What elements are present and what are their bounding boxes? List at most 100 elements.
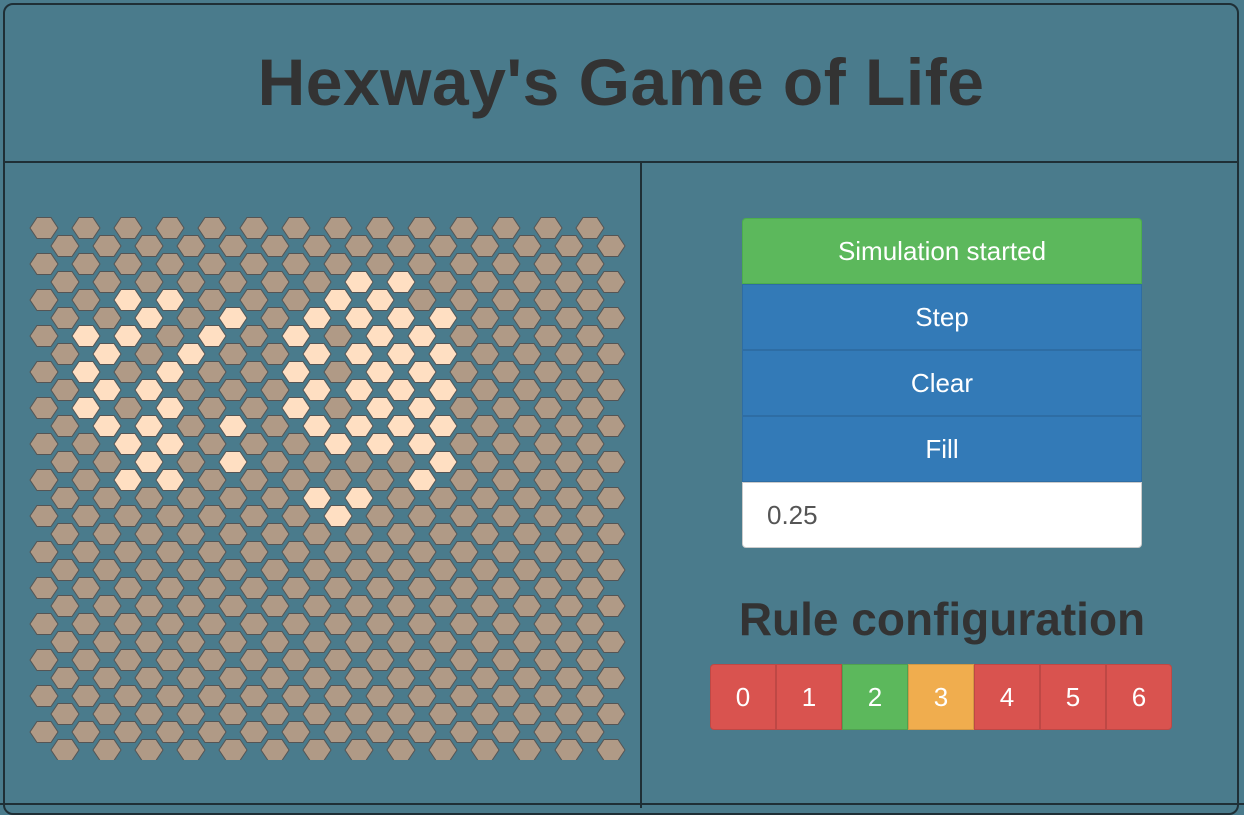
hex-cell[interactable] <box>155 613 185 635</box>
hex-cell[interactable] <box>533 397 563 419</box>
hex-cell[interactable] <box>71 469 101 491</box>
hex-cell[interactable] <box>596 343 626 365</box>
hex-cell[interactable] <box>575 289 605 311</box>
hex-cell[interactable] <box>344 595 374 617</box>
hex-cell[interactable] <box>260 307 290 329</box>
hex-cell[interactable] <box>92 379 122 401</box>
hex-cell[interactable] <box>92 631 122 653</box>
hex-cell[interactable] <box>281 469 311 491</box>
hex-cell[interactable] <box>239 217 269 239</box>
hex-cell[interactable] <box>323 469 353 491</box>
hex-cell[interactable] <box>197 325 227 347</box>
hex-cell[interactable] <box>92 667 122 689</box>
hex-cell[interactable] <box>176 667 206 689</box>
hex-cell[interactable] <box>302 739 332 760</box>
hex-cell[interactable] <box>176 739 206 760</box>
hex-cell[interactable] <box>197 577 227 599</box>
hex-cell[interactable] <box>281 325 311 347</box>
hex-cell[interactable] <box>449 649 479 671</box>
hex-cell[interactable] <box>281 505 311 527</box>
hex-cell[interactable] <box>323 289 353 311</box>
hex-cell[interactable] <box>554 487 584 509</box>
hex-cell[interactable] <box>71 685 101 707</box>
hex-cell[interactable] <box>386 379 416 401</box>
hex-cell[interactable] <box>92 487 122 509</box>
hex-cell[interactable] <box>428 523 458 545</box>
hex-cell[interactable] <box>407 541 437 563</box>
hex-cell[interactable] <box>386 343 416 365</box>
hex-cell[interactable] <box>29 613 59 635</box>
hex-cell[interactable] <box>281 433 311 455</box>
hex-cell[interactable] <box>218 343 248 365</box>
hex-cell[interactable] <box>92 703 122 725</box>
hex-cell[interactable] <box>512 523 542 545</box>
hex-cell[interactable] <box>155 217 185 239</box>
hex-cell[interactable] <box>197 685 227 707</box>
hex-cell[interactable] <box>428 487 458 509</box>
hex-cell[interactable] <box>470 343 500 365</box>
hex-cell[interactable] <box>29 217 59 239</box>
hex-cell[interactable] <box>239 361 269 383</box>
hex-cell[interactable] <box>113 469 143 491</box>
hex-cell[interactable] <box>260 703 290 725</box>
hex-cell[interactable] <box>533 685 563 707</box>
hex-cell[interactable] <box>218 235 248 257</box>
hex-cell[interactable] <box>386 595 416 617</box>
hex-cell[interactable] <box>239 613 269 635</box>
hex-cell[interactable] <box>239 505 269 527</box>
hex-cell[interactable] <box>554 667 584 689</box>
hex-cell[interactable] <box>134 559 164 581</box>
hex-cell[interactable] <box>428 307 458 329</box>
hex-cell[interactable] <box>533 289 563 311</box>
hex-cell[interactable] <box>491 217 521 239</box>
hex-cell[interactable] <box>113 505 143 527</box>
hex-cell[interactable] <box>512 739 542 760</box>
hex-cell[interactable] <box>512 271 542 293</box>
hex-cell[interactable] <box>470 451 500 473</box>
rule-button-2[interactable]: 2 <box>842 664 908 730</box>
hex-cell[interactable] <box>218 703 248 725</box>
hex-cell[interactable] <box>260 379 290 401</box>
hex-cell[interactable] <box>596 271 626 293</box>
rule-button-4[interactable]: 4 <box>974 664 1040 730</box>
hex-cell[interactable] <box>281 289 311 311</box>
hex-cell[interactable] <box>323 541 353 563</box>
hex-cell[interactable] <box>323 433 353 455</box>
hex-cell[interactable] <box>491 577 521 599</box>
hex-cell[interactable] <box>176 415 206 437</box>
hex-cell[interactable] <box>92 451 122 473</box>
hex-cell[interactable] <box>29 433 59 455</box>
hex-cell[interactable] <box>491 469 521 491</box>
hex-cell[interactable] <box>302 487 332 509</box>
hex-cell[interactable] <box>197 469 227 491</box>
hex-cell[interactable] <box>113 325 143 347</box>
hex-cell[interactable] <box>386 415 416 437</box>
hex-cell[interactable] <box>29 685 59 707</box>
hex-cell[interactable] <box>575 613 605 635</box>
hex-cell[interactable] <box>197 217 227 239</box>
hex-cell[interactable] <box>239 325 269 347</box>
clear-button[interactable]: Clear <box>742 350 1142 416</box>
hex-cell[interactable] <box>71 505 101 527</box>
hex-cell[interactable] <box>239 541 269 563</box>
hex-cell[interactable] <box>50 667 80 689</box>
hex-cell[interactable] <box>554 631 584 653</box>
hex-cell[interactable] <box>134 307 164 329</box>
hex-cell[interactable] <box>491 505 521 527</box>
hex-cell[interactable] <box>113 289 143 311</box>
hex-cell[interactable] <box>344 271 374 293</box>
hex-cell[interactable] <box>302 451 332 473</box>
hex-cell[interactable] <box>218 667 248 689</box>
hex-cell[interactable] <box>197 613 227 635</box>
hex-cell[interactable] <box>344 487 374 509</box>
hex-cell[interactable] <box>512 451 542 473</box>
hex-cell[interactable] <box>428 559 458 581</box>
hex-cell[interactable] <box>386 451 416 473</box>
hex-cell[interactable] <box>428 271 458 293</box>
hex-cell[interactable] <box>302 523 332 545</box>
hex-cell[interactable] <box>71 289 101 311</box>
hex-cell[interactable] <box>176 379 206 401</box>
hex-cell[interactable] <box>218 523 248 545</box>
hex-cell[interactable] <box>155 505 185 527</box>
hex-cell[interactable] <box>575 325 605 347</box>
